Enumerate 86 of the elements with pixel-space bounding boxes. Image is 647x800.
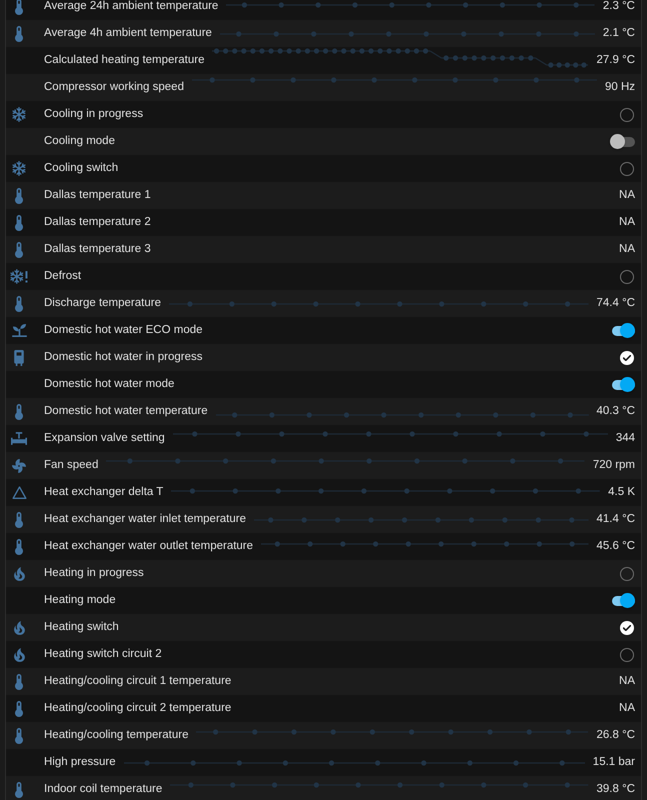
entity-name: Heat exchanger water inlet temperature bbox=[44, 512, 246, 527]
thermometer-icon bbox=[15, 242, 23, 258]
state-value: NA bbox=[619, 242, 635, 257]
snowflake-icon bbox=[12, 107, 26, 122]
entity-name: Discharge temperature bbox=[44, 296, 161, 311]
state-value: 39.8 °C bbox=[596, 782, 635, 797]
triangle-icon bbox=[12, 486, 26, 499]
thermometer-icon bbox=[15, 538, 23, 554]
checkbox[interactable] bbox=[620, 620, 634, 634]
checkbox[interactable] bbox=[620, 162, 634, 176]
state-value: 40.3 °C bbox=[596, 404, 635, 419]
state-value: 720 rpm bbox=[592, 458, 635, 473]
state-value: 344 bbox=[616, 430, 635, 446]
checkmark-icon bbox=[623, 354, 631, 360]
thermometer-icon bbox=[15, 296, 23, 312]
entity-name: Heating/cooling temperature bbox=[44, 728, 188, 743]
snowflake-icon bbox=[12, 161, 26, 176]
entity-name: Fan speed bbox=[44, 458, 98, 473]
thermometer-icon bbox=[15, 0, 23, 14]
entity-name: Cooling in progress bbox=[44, 106, 144, 122]
entity-name: Heating in progress bbox=[44, 566, 144, 581]
entity-name: Calculated heating temperature bbox=[44, 52, 204, 68]
state-value: 15.1 bar bbox=[592, 754, 635, 770]
sprout-icon bbox=[12, 324, 26, 337]
thermometer-icon bbox=[15, 674, 23, 690]
entity-name: Dallas temperature 3 bbox=[44, 242, 151, 257]
toggle-switch[interactable] bbox=[610, 323, 635, 338]
state-value: NA bbox=[619, 674, 635, 689]
toggle-switch[interactable] bbox=[610, 593, 635, 608]
entity-name: Heating/cooling circuit 2 temperature bbox=[44, 700, 232, 716]
toggle-switch[interactable] bbox=[610, 377, 635, 392]
fan-icon bbox=[12, 458, 26, 472]
state-value: 27.9 °C bbox=[596, 52, 635, 68]
entity-name: Expansion valve setting bbox=[44, 430, 165, 446]
thermometer-icon bbox=[15, 404, 23, 420]
checkbox[interactable] bbox=[620, 566, 634, 580]
state-value: 2.3 °C bbox=[602, 0, 635, 14]
entity-name: Cooling switch bbox=[44, 160, 118, 176]
state-value: NA bbox=[619, 214, 635, 230]
entity-name: Domestic hot water in progress bbox=[44, 350, 203, 365]
thermometer-icon bbox=[15, 700, 23, 716]
snowflake-alert-icon bbox=[10, 269, 28, 284]
entity-name: Dallas temperature 1 bbox=[44, 188, 151, 203]
entity-name: Compressor working speed bbox=[44, 80, 184, 95]
entity-name: Heating/cooling circuit 1 temperature bbox=[44, 674, 232, 689]
entity-name: Cooling mode bbox=[44, 134, 115, 149]
thermometer-icon bbox=[15, 512, 23, 528]
entity-name: Heat exchanger water outlet temperature bbox=[44, 538, 254, 554]
entity-name: Domestic hot water temperature bbox=[44, 404, 208, 419]
entity-name: Average 4h ambient temperature bbox=[44, 26, 212, 41]
state-value: NA bbox=[619, 188, 635, 203]
state-value: 2.1 °C bbox=[602, 26, 635, 41]
state-value: 41.4 °C bbox=[596, 512, 635, 527]
entity-name: Indoor coil temperature bbox=[44, 782, 162, 797]
checkmark-icon bbox=[623, 624, 631, 630]
flame-icon bbox=[14, 566, 24, 580]
checkbox[interactable] bbox=[620, 108, 634, 122]
entity-name: Heating switch bbox=[44, 620, 119, 635]
thermometer-icon bbox=[15, 214, 23, 230]
state-value: 74.4 °C bbox=[596, 296, 635, 311]
entity-name: Defrost bbox=[44, 268, 82, 284]
entity-name: Domestic hot water mode bbox=[44, 376, 174, 392]
entity-name: Heat exchanger delta T bbox=[44, 484, 164, 500]
state-value: 45.6 °C bbox=[596, 538, 635, 554]
thermometer-icon bbox=[15, 26, 23, 42]
water-heater-icon bbox=[14, 350, 24, 366]
flame-icon bbox=[14, 648, 24, 662]
valve-icon bbox=[11, 432, 27, 445]
state-value: 90 Hz bbox=[604, 80, 635, 95]
checkbox[interactable] bbox=[620, 270, 634, 284]
thermometer-icon bbox=[15, 782, 23, 798]
toggle-switch[interactable] bbox=[610, 134, 635, 149]
state-value: 4.5 K bbox=[608, 484, 635, 500]
entity-name: High pressure bbox=[44, 754, 116, 770]
entity-name: Heating switch circuit 2 bbox=[44, 646, 162, 662]
checkbox[interactable] bbox=[620, 648, 634, 662]
checkbox[interactable] bbox=[620, 350, 634, 364]
thermometer-icon bbox=[15, 188, 23, 204]
entity-name: Average 24h ambient temperature bbox=[44, 0, 218, 14]
thermometer-icon bbox=[15, 728, 23, 744]
state-value: NA bbox=[619, 700, 635, 716]
entity-name: Dallas temperature 2 bbox=[44, 214, 151, 230]
entity-name: Heating mode bbox=[44, 592, 116, 608]
entity-name: Domestic hot water ECO mode bbox=[44, 322, 203, 338]
flame-icon bbox=[14, 620, 24, 634]
state-value: 26.8 °C bbox=[596, 728, 635, 743]
